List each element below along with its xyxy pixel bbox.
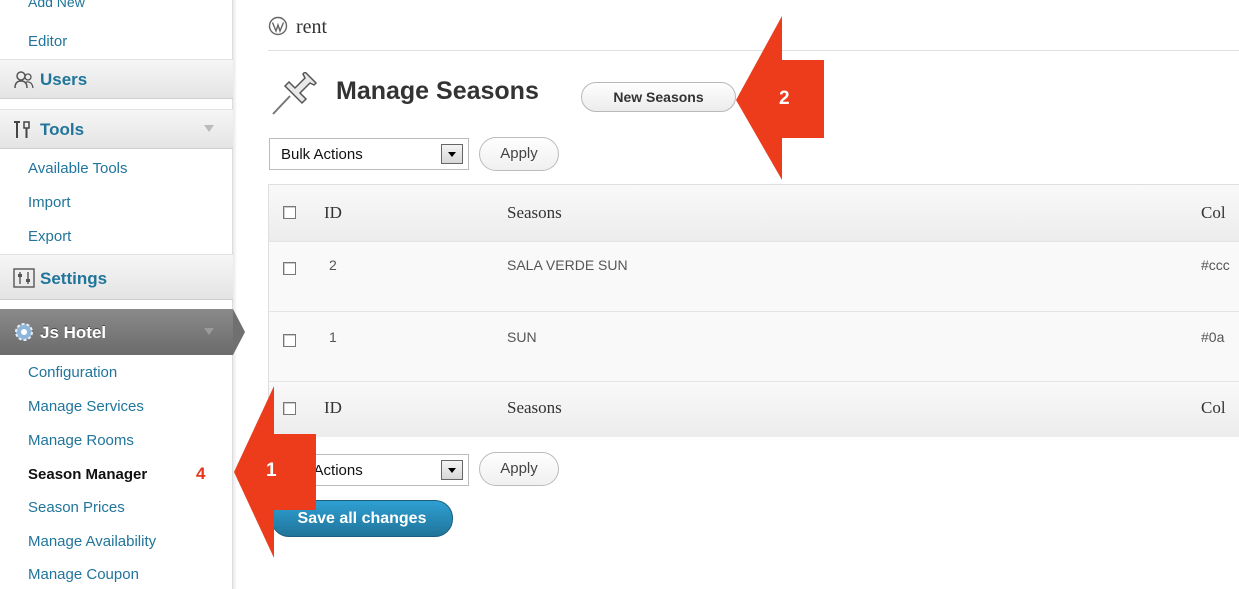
- screen: Add New Editor Users Tools Available Too…: [0, 0, 1239, 589]
- chevron-down-icon[interactable]: [204, 328, 214, 335]
- sidebar-link-manage-coupon[interactable]: Manage Coupon: [28, 566, 139, 583]
- row-id: 1: [329, 329, 337, 345]
- admin-sidebar: Add New Editor Users Tools Available Too…: [0, 0, 245, 589]
- table-header: ID Seasons Col: [269, 185, 1239, 241]
- sidebar-menu-jshotel-label: Js Hotel: [40, 323, 107, 342]
- sidebar-menu-settings-label: Settings: [40, 269, 108, 288]
- chevron-down-icon[interactable]: [204, 125, 214, 132]
- current-menu-pointer: [233, 309, 245, 355]
- select-all-checkbox[interactable]: [283, 206, 296, 219]
- sidebar-link-available-tools[interactable]: Available Tools: [28, 160, 128, 177]
- seasons-table: ID Seasons Col 2 SALA VERDE SUN #ccc 1 S…: [268, 184, 1239, 437]
- bulk-actions-select-top[interactable]: Bulk Actions: [269, 138, 469, 170]
- table-footer: ID Seasons Col: [269, 381, 1239, 437]
- sidebar-link-export[interactable]: Export: [28, 228, 71, 245]
- row-season-link[interactable]: SUN: [507, 329, 537, 345]
- row-season-link[interactable]: SALA VERDE SUN: [507, 257, 628, 273]
- sidebar-menu-users[interactable]: Users: [0, 59, 233, 99]
- column-header-id[interactable]: ID: [324, 203, 342, 223]
- table-row: 1 SUN #0a: [269, 311, 1239, 381]
- sidebar-menu-users-label: Users: [40, 70, 88, 89]
- sidebar-link-configuration[interactable]: Configuration: [28, 364, 117, 381]
- chevron-down-icon[interactable]: [441, 460, 463, 480]
- sidebar-menu-tools-label: Tools: [40, 120, 85, 139]
- column-header-seasons[interactable]: Seasons: [507, 203, 562, 223]
- row-id: 2: [329, 257, 337, 273]
- page-title: Manage Seasons: [336, 77, 539, 105]
- sidebar-menu-jshotel[interactable]: Js Hotel: [0, 309, 245, 355]
- sidebar-link-season-prices[interactable]: Season Prices: [28, 499, 125, 516]
- sidebar-link-manage-availability[interactable]: Manage Availability: [28, 533, 156, 550]
- sidebar-link-season-manager[interactable]: Season Manager: [28, 466, 147, 483]
- column-footer-seasons[interactable]: Seasons: [507, 398, 562, 418]
- chevron-down-icon[interactable]: [441, 144, 463, 164]
- sidebar-link-import[interactable]: Import: [28, 194, 71, 211]
- sidebar-link-editor[interactable]: Editor: [28, 33, 67, 50]
- annotation-marker-4: 4: [196, 464, 206, 483]
- table-row: 2 SALA VERDE SUN #ccc: [269, 241, 1239, 311]
- row-checkbox[interactable]: [283, 334, 296, 347]
- row-checkbox[interactable]: [283, 262, 296, 275]
- apply-button-bottom[interactable]: Apply: [479, 452, 559, 486]
- settings-icon: [13, 268, 35, 288]
- row-color: #0a: [1201, 329, 1225, 345]
- site-title[interactable]: rent: [268, 16, 327, 39]
- pushpin-icon: [272, 72, 318, 115]
- sidebar-link-add-new[interactable]: Add New: [28, 0, 85, 10]
- annotation-number-2: 2: [779, 88, 790, 109]
- site-title-text: rent: [296, 16, 328, 38]
- apply-button-top[interactable]: Apply: [479, 137, 559, 171]
- row-color: #ccc: [1201, 257, 1230, 273]
- annotation-number-1: 1: [266, 460, 277, 481]
- sidebar-menu-tools[interactable]: Tools: [0, 109, 233, 149]
- users-icon: [14, 71, 34, 89]
- wordpress-logo-icon: [268, 16, 288, 36]
- column-footer-color[interactable]: Col: [1201, 398, 1226, 418]
- sidebar-link-manage-services[interactable]: Manage Services: [28, 398, 144, 415]
- sidebar-link-manage-rooms[interactable]: Manage Rooms: [28, 432, 134, 449]
- tools-icon: [14, 121, 30, 138]
- column-footer-id[interactable]: ID: [324, 398, 342, 418]
- gear-icon: [15, 323, 33, 341]
- column-header-color[interactable]: Col: [1201, 203, 1226, 223]
- sidebar-menu-settings[interactable]: Settings: [0, 254, 233, 300]
- bulk-actions-value: Bulk Actions: [281, 146, 363, 163]
- new-seasons-button[interactable]: New Seasons: [581, 82, 736, 112]
